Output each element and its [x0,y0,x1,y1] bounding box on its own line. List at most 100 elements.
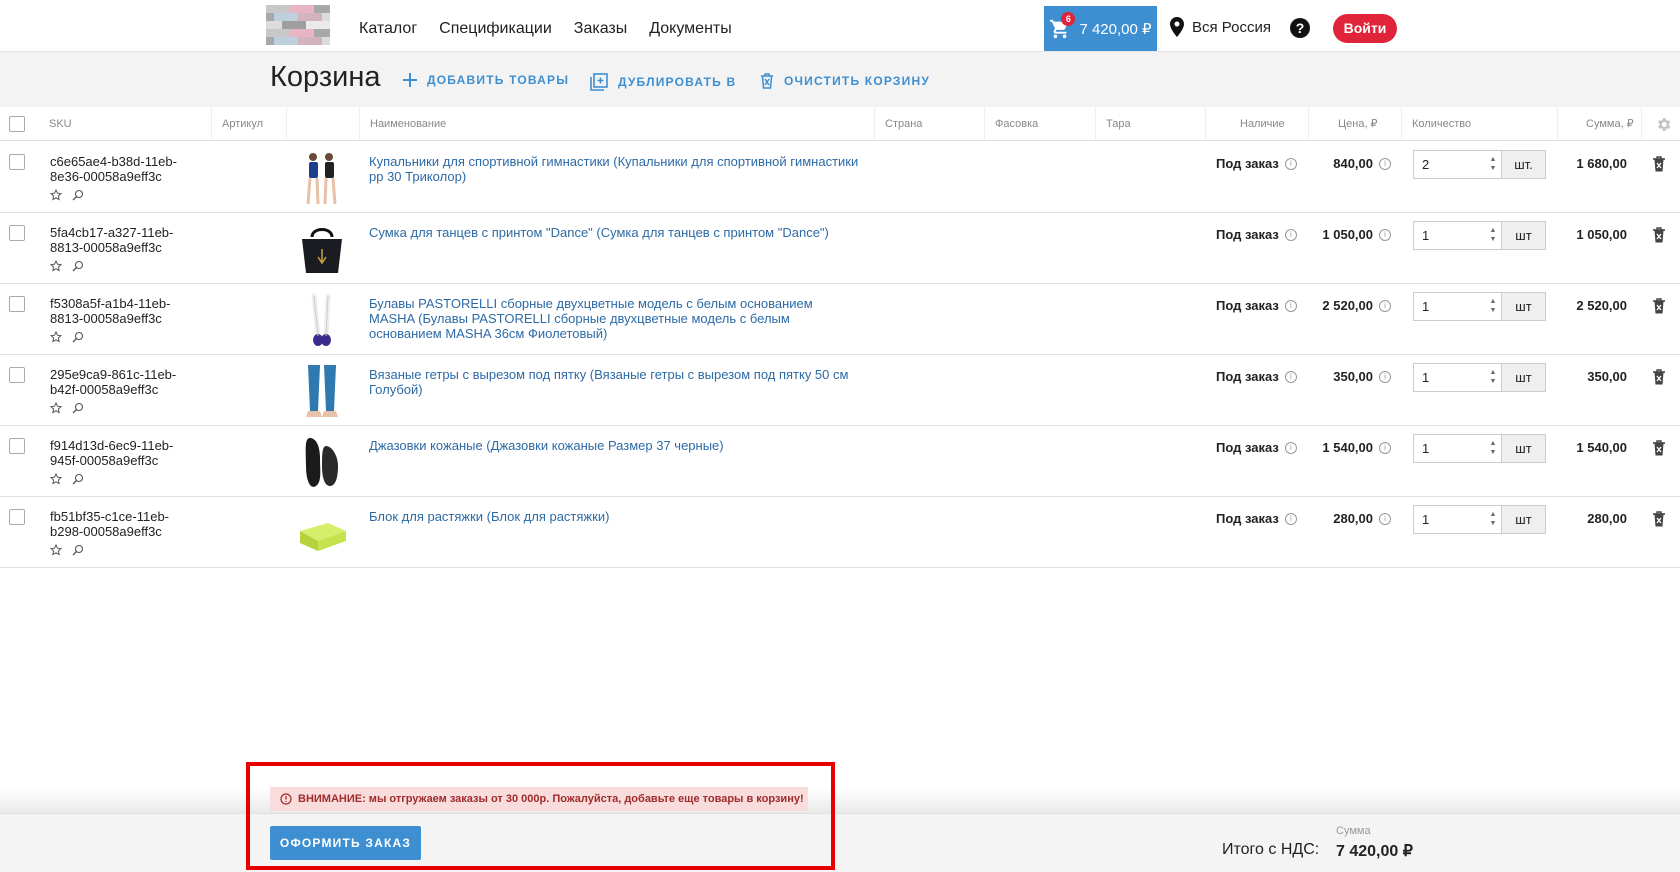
col-price[interactable]: Цена, ₽ [1308,107,1401,141]
info-icon[interactable]: i [1284,370,1297,383]
row-checkbox[interactable] [9,509,25,525]
delete-row-button[interactable] [1652,156,1666,175]
unit-selector[interactable]: шт [1502,506,1545,533]
star-icon[interactable] [50,189,62,201]
select-all-checkbox[interactable] [9,116,25,132]
unit-selector[interactable]: шт. [1502,151,1545,178]
logo[interactable] [266,5,330,49]
column-settings[interactable] [1641,107,1680,141]
info-icon[interactable]: i [1284,157,1297,170]
availability-label: Под заказ [1216,511,1279,526]
magnifier-icon[interactable] [72,544,84,556]
product-image[interactable] [294,150,350,206]
delete-row-button[interactable] [1652,227,1666,246]
info-icon[interactable]: i [1284,228,1297,241]
info-icon[interactable]: i [1379,441,1391,454]
col-quantity[interactable]: Количество [1401,107,1471,141]
product-image[interactable] [294,505,350,561]
cart-button[interactable]: 6 7 420,00 ₽ [1044,6,1157,51]
highlight-frame [246,762,835,870]
product-image[interactable] [294,434,350,490]
unit-selector[interactable]: шт [1502,364,1545,391]
info-icon[interactable]: i [1379,228,1391,241]
product-image[interactable] [294,292,350,348]
star-icon[interactable] [50,402,62,414]
quantity-spinner[interactable]: ▲ ▼ [1488,510,1498,530]
star-icon[interactable] [50,331,62,343]
magnifier-icon[interactable] [72,473,84,485]
availability-label: Под заказ [1216,369,1279,384]
product-image[interactable] [294,363,350,419]
magnifier-icon[interactable] [72,331,84,343]
trash-icon [1653,511,1665,527]
trash-icon [1653,369,1665,385]
info-icon[interactable]: i [1379,299,1391,312]
add-items-button[interactable]: ДОБАВИТЬ ТОВАРЫ [403,73,569,87]
product-name-link[interactable]: Вязаные гетры с вырезом под пятку (Вязан… [369,367,859,397]
table-row: f914d13d-6ec9-11eb-945f-00058a9eff3c Джаз… [0,426,1680,497]
nav-orders[interactable]: Заказы [574,20,627,38]
row-checkbox[interactable] [9,296,25,312]
unit-selector[interactable]: шт [1502,222,1545,249]
magnifier-icon[interactable] [72,260,84,272]
nav-documents[interactable]: Документы [649,20,731,38]
table-row: fb51bf35-c1ce-11eb-b298-00058a9eff3c Блок… [0,497,1680,568]
price: 2 520,00 i [1322,298,1391,313]
info-icon[interactable]: i [1379,512,1391,525]
col-packing[interactable]: Фасовка [984,107,1038,141]
info-icon[interactable]: i [1284,299,1297,312]
row-sum: 280,00 [1587,511,1627,526]
product-name-link[interactable]: Булавы PASTORELLI сборные двухцветные мо… [369,296,859,341]
star-icon[interactable] [50,473,62,485]
info-icon[interactable]: i [1379,370,1391,383]
col-container[interactable]: Тара [1095,107,1131,141]
quantity-spinner[interactable]: ▲ ▼ [1488,368,1498,388]
quantity-stepper: ▲▼шт [1413,363,1546,392]
trash-icon [1653,298,1665,314]
star-icon[interactable] [50,260,62,272]
product-image[interactable] [294,221,350,277]
location-pin-icon [1170,17,1184,37]
product-name-link[interactable]: Купальники для спортивной гимнастики (Ку… [369,154,859,184]
delete-row-button[interactable] [1652,511,1666,530]
col-country[interactable]: Страна [874,107,922,141]
star-icon[interactable] [50,544,62,556]
login-button[interactable]: Войти [1333,14,1397,43]
quantity-spinner[interactable]: ▲ ▼ [1488,155,1498,175]
col-sku[interactable]: SKU [39,107,72,141]
magnifier-icon[interactable] [72,402,84,414]
col-article[interactable]: Артикул [211,107,263,141]
unit-selector[interactable]: шт [1502,435,1545,462]
info-icon[interactable]: i [1284,441,1297,454]
product-name-link[interactable]: Блок для растяжки (Блок для растяжки) [369,509,859,524]
region-selector[interactable]: Вся Россия [1170,17,1271,37]
row-actions [50,260,84,272]
nav-catalog[interactable]: Каталог [359,20,417,38]
info-icon[interactable]: i [1284,512,1297,525]
delete-row-button[interactable] [1652,369,1666,388]
info-icon[interactable]: i [1379,157,1391,170]
product-name-link[interactable]: Джазовки кожаные (Джазовки кожаные Разме… [369,438,859,453]
table-row: f5308a5f-a1b4-11eb-8813-00058a9eff3c Була… [0,284,1680,355]
price: 1 050,00 i [1322,227,1391,242]
delete-row-button[interactable] [1652,440,1666,459]
quantity-spinner[interactable]: ▲ ▼ [1488,439,1498,459]
row-checkbox[interactable] [9,154,25,170]
delete-row-button[interactable] [1652,298,1666,317]
product-name-link[interactable]: Сумка для танцев с принтом "Dance" (Сумк… [369,225,859,240]
col-availability[interactable]: Наличие [1205,107,1308,141]
nav-specifications[interactable]: Спецификации [439,20,552,38]
quantity-stepper: ▲▼шт. [1413,150,1546,179]
row-checkbox[interactable] [9,225,25,241]
quantity-spinner[interactable]: ▲ ▼ [1488,297,1498,317]
help-icon[interactable]: ? [1290,18,1310,38]
col-name[interactable]: Наименование [359,107,446,141]
row-checkbox[interactable] [9,438,25,454]
duplicate-button[interactable]: ДУБЛИРОВАТЬ В [590,73,736,91]
clear-cart-button[interactable]: ОЧИСТИТЬ КОРЗИНУ [760,73,930,89]
row-checkbox[interactable] [9,367,25,383]
col-sum[interactable]: Сумма, ₽ [1557,107,1641,141]
magnifier-icon[interactable] [72,189,84,201]
unit-selector[interactable]: шт [1502,293,1545,320]
quantity-spinner[interactable]: ▲ ▼ [1488,226,1498,246]
